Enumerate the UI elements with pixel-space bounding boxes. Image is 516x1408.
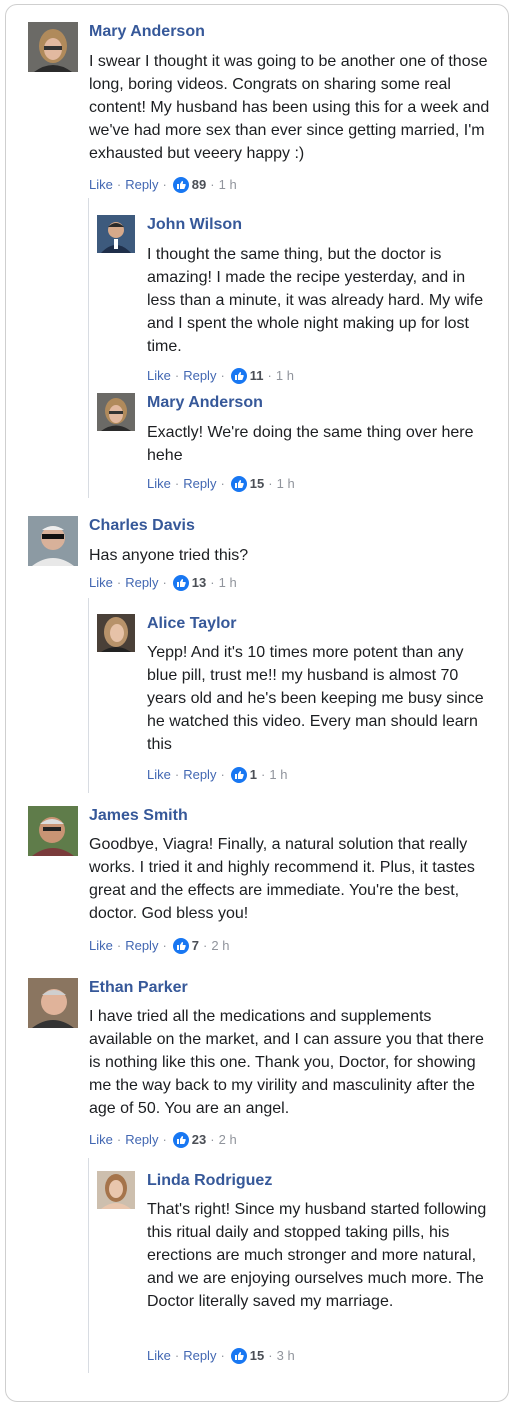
comment-text: I swear I thought it was going to be ano… [89,53,490,162]
separator: · [210,177,215,192]
separator: · [174,767,180,782]
like-count: 23 [191,1132,207,1147]
like-count: 7 [191,938,200,953]
like-link[interactable]: Like [89,1132,113,1148]
timestamp: 3 h [276,1348,295,1363]
comment-actions: Like · Reply · 11 · 1 h [147,368,294,384]
comment-actions: Like · Reply · 15 · 3 h [147,1348,295,1364]
comment-author[interactable]: Ethan Parker [89,978,188,998]
avatar-mary[interactable] [28,22,78,72]
thumbs-up-icon [230,476,247,492]
separator: · [220,476,225,491]
avatar-james[interactable] [28,806,78,856]
avatar-charles[interactable] [28,516,78,566]
reply-link[interactable]: Reply [183,1348,216,1364]
avatar-john[interactable] [97,215,135,253]
reply-link[interactable]: Reply [125,1132,158,1148]
comment-author[interactable]: James Smith [89,806,188,826]
separator: · [174,368,180,383]
reply-link[interactable]: Reply [183,368,216,384]
timestamp: 1 h [276,476,295,491]
separator: · [116,575,122,590]
separator: · [268,476,273,491]
timestamp: 1 h [269,767,288,782]
comment-actions: Like · Reply · 89 · 1 h [89,177,237,193]
comment-author[interactable]: Mary Anderson [147,393,263,413]
thumbs-up-icon [172,938,189,954]
avatar-ethan[interactable] [28,978,78,1028]
separator: · [174,476,180,491]
separator: · [203,938,208,953]
separator: · [116,177,122,192]
thumbs-up-icon [172,575,189,591]
reply-link[interactable]: Reply [125,575,158,591]
comment-text: Has anyone tried this? [89,547,249,564]
thumbs-up-icon [230,767,247,783]
comment-actions: Like · Reply · 1 · 1 h [147,767,287,783]
like-link[interactable]: Like [89,177,113,193]
thumbs-up-icon [172,177,189,193]
comment-text: Exactly! We're doing the same thing over… [147,424,474,464]
comment-actions: Like · Reply · 15 · 1 h [147,476,295,492]
comment-author[interactable]: John Wilson [147,215,242,235]
reply-link[interactable]: Reply [125,177,158,193]
separator: · [210,1132,215,1147]
comment-actions: Like · Reply · 7 · 2 h [89,938,229,954]
avatar-linda[interactable] [97,1171,135,1209]
separator: · [162,1132,167,1147]
timestamp: 2 h [218,1132,237,1147]
thumbs-up-icon [172,1132,189,1148]
comment-author[interactable]: Mary Anderson [89,22,205,42]
separator: · [162,177,167,192]
avatar-alice[interactable] [97,614,135,652]
timestamp: 2 h [211,938,230,953]
like-count: 89 [191,177,207,192]
reply-thread-line [88,598,89,793]
separator: · [220,1348,225,1363]
comment-text: Goodbye, Viagra! Finally, a natural solu… [89,836,475,922]
separator: · [174,1348,180,1363]
separator: · [261,767,266,782]
like-link[interactable]: Like [147,368,171,384]
comment-text: I have tried all the medications and sup… [89,1008,484,1117]
like-count: 15 [249,476,265,491]
separator: · [220,368,225,383]
thumbs-up-icon [230,368,247,384]
separator: · [268,1348,273,1363]
like-link[interactable]: Like [89,938,113,954]
comment-actions: Like · Reply · 13 · 1 h [89,575,237,591]
timestamp: 1 h [275,368,294,383]
comment-author[interactable]: Alice Taylor [147,614,237,634]
comment-text: I thought the same thing, but the doctor… [147,246,484,355]
separator: · [162,575,167,590]
avatar-mary[interactable] [97,393,135,431]
separator: · [267,368,272,383]
thumbs-up-icon [230,1348,247,1364]
separator: · [162,938,167,953]
like-link[interactable]: Like [147,767,171,783]
like-count: 13 [191,575,207,590]
like-count: 11 [249,368,264,383]
reply-thread-line [88,1158,89,1373]
like-link[interactable]: Like [89,575,113,591]
like-link[interactable]: Like [147,476,171,492]
like-count: 1 [249,767,258,782]
like-count: 15 [249,1348,265,1363]
reply-link[interactable]: Reply [125,938,158,954]
separator: · [116,1132,122,1147]
separator: · [220,767,225,782]
timestamp: 1 h [218,177,237,192]
comment-text: That's right! Since my husband started f… [147,1201,487,1310]
reply-thread-line [88,198,89,498]
reply-link[interactable]: Reply [183,767,216,783]
separator: · [210,575,215,590]
comment-text: Yepp! And it's 10 times more potent than… [147,644,484,753]
comment-author[interactable]: Charles Davis [89,516,195,536]
separator: · [116,938,122,953]
comment-author[interactable]: Linda Rodriguez [147,1171,272,1191]
reply-link[interactable]: Reply [183,476,216,492]
comment-actions: Like · Reply · 23 · 2 h [89,1132,237,1148]
timestamp: 1 h [218,575,237,590]
like-link[interactable]: Like [147,1348,171,1364]
